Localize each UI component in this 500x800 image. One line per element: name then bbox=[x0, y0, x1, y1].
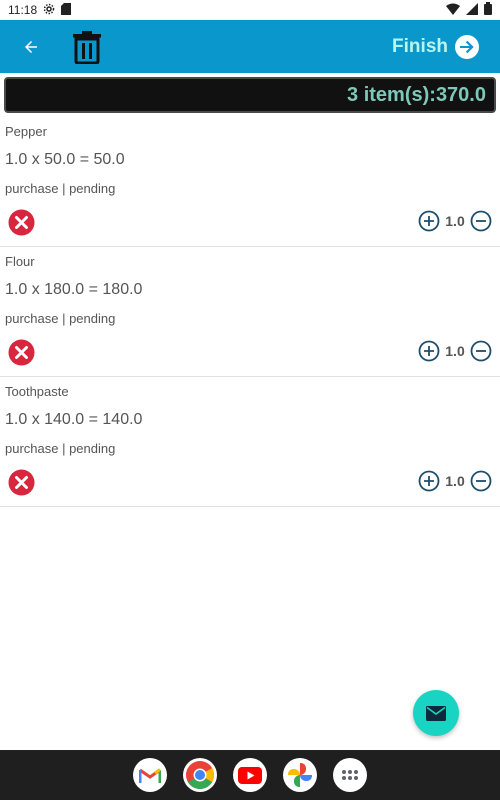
gmail-app[interactable] bbox=[133, 758, 167, 792]
remove-circle-icon bbox=[8, 469, 35, 496]
plus-circle-icon bbox=[418, 210, 440, 232]
send-mail-button[interactable] bbox=[413, 690, 459, 736]
app-bar: Finish bbox=[0, 20, 500, 73]
status-time: 11:18 bbox=[8, 3, 38, 17]
item-status: purchase | pending bbox=[5, 441, 116, 456]
photos-app[interactable] bbox=[283, 758, 317, 792]
delete-all-button[interactable] bbox=[67, 27, 107, 67]
signal-icon bbox=[466, 2, 478, 18]
remove-circle-icon bbox=[8, 339, 35, 366]
item-list: Pepper 1.0 x 50.0 = 50.0 purchase | pend… bbox=[0, 117, 500, 507]
trash-icon bbox=[73, 30, 101, 64]
minus-circle-icon bbox=[470, 210, 492, 232]
decrease-quantity-button[interactable] bbox=[470, 340, 492, 362]
finish-button[interactable]: Finish bbox=[392, 34, 480, 60]
quantity-stepper: 1.0 bbox=[418, 470, 492, 492]
status-bar: 11:18 bbox=[0, 0, 500, 20]
battery-icon bbox=[484, 2, 492, 18]
summary-total: 3 item(s):370.0 bbox=[347, 83, 486, 106]
minus-circle-icon bbox=[470, 470, 492, 492]
remove-item-button[interactable] bbox=[8, 209, 35, 236]
quantity-value: 1.0 bbox=[445, 473, 465, 489]
mail-icon bbox=[426, 705, 446, 721]
item-name: Toothpaste bbox=[5, 384, 69, 399]
chrome-app[interactable] bbox=[183, 758, 217, 792]
app-drawer[interactable] bbox=[333, 758, 367, 792]
settings-icon bbox=[43, 3, 55, 18]
increase-quantity-button[interactable] bbox=[418, 210, 440, 232]
increase-quantity-button[interactable] bbox=[418, 340, 440, 362]
item-calculation: 1.0 x 180.0 = 180.0 bbox=[5, 281, 143, 298]
item-name: Flour bbox=[5, 254, 35, 269]
item-status: purchase | pending bbox=[5, 181, 116, 196]
finish-label: Finish bbox=[392, 35, 448, 57]
gmail-icon bbox=[139, 767, 161, 783]
remove-item-button[interactable] bbox=[8, 469, 35, 496]
wifi-icon bbox=[446, 3, 460, 18]
plus-circle-icon bbox=[418, 340, 440, 362]
youtube-icon bbox=[238, 766, 262, 784]
decrease-quantity-button[interactable] bbox=[470, 470, 492, 492]
remove-circle-icon bbox=[8, 209, 35, 236]
youtube-app[interactable] bbox=[233, 758, 267, 792]
quantity-value: 1.0 bbox=[445, 213, 465, 229]
list-item: Toothpaste 1.0 x 140.0 = 140.0 purchase … bbox=[0, 377, 500, 507]
decrease-quantity-button[interactable] bbox=[470, 210, 492, 232]
remove-item-button[interactable] bbox=[8, 339, 35, 366]
item-name: Pepper bbox=[5, 124, 47, 139]
list-item: Flour 1.0 x 180.0 = 180.0 purchase | pen… bbox=[0, 247, 500, 377]
item-status: purchase | pending bbox=[5, 311, 116, 326]
arrow-right-circle-icon bbox=[455, 34, 479, 59]
arrow-left-icon bbox=[25, 40, 37, 53]
quantity-stepper: 1.0 bbox=[418, 210, 492, 232]
chrome-icon bbox=[186, 761, 214, 789]
app-drawer-icon bbox=[342, 770, 358, 780]
plus-circle-icon bbox=[418, 470, 440, 492]
photos-icon bbox=[288, 763, 312, 787]
minus-circle-icon bbox=[470, 340, 492, 362]
quantity-stepper: 1.0 bbox=[418, 340, 492, 362]
item-calculation: 1.0 x 140.0 = 140.0 bbox=[5, 411, 143, 428]
taskbar bbox=[0, 750, 500, 800]
back-button[interactable] bbox=[11, 27, 51, 67]
list-item: Pepper 1.0 x 50.0 = 50.0 purchase | pend… bbox=[0, 117, 500, 247]
increase-quantity-button[interactable] bbox=[418, 470, 440, 492]
item-calculation: 1.0 x 50.0 = 50.0 bbox=[5, 151, 125, 168]
order-summary: 3 item(s):370.0 bbox=[4, 77, 496, 113]
quantity-value: 1.0 bbox=[445, 343, 465, 359]
sd-card-icon bbox=[61, 2, 72, 18]
